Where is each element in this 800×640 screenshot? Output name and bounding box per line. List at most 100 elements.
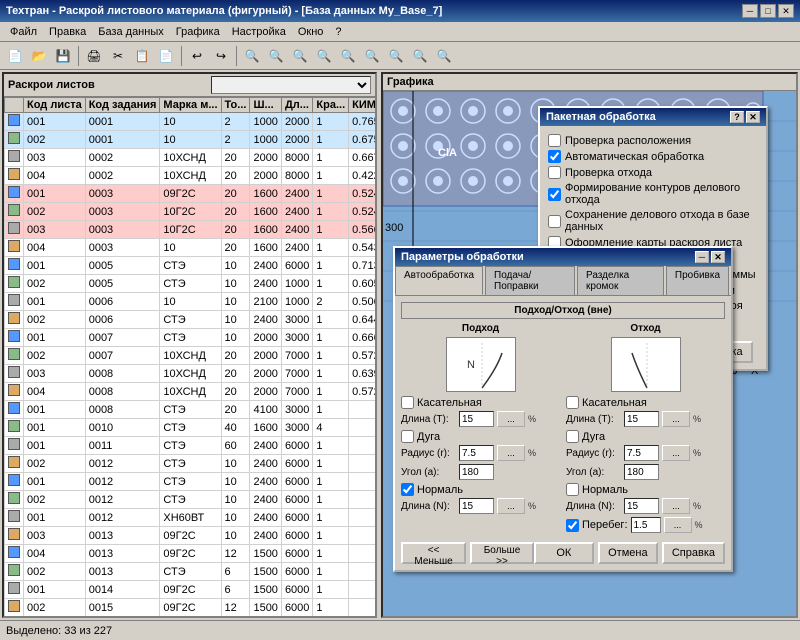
menu-database[interactable]: База данных <box>92 24 170 40</box>
tb-zoom1[interactable]: 🔍 <box>241 45 263 67</box>
tab-punch[interactable]: Пробивка <box>666 266 729 295</box>
tab-auto[interactable]: Автообработка <box>395 266 483 295</box>
menu-graphics[interactable]: Графика <box>170 24 226 40</box>
tb-zoom6[interactable]: 🔍 <box>361 45 383 67</box>
approach-normlen-input[interactable] <box>459 498 494 514</box>
batch-check-0[interactable] <box>548 134 561 147</box>
col-mark[interactable]: Марка м... <box>160 98 221 113</box>
table-row[interactable]: 004 0008 10ХСНД 20 2000 7000 1 0.572939 … <box>5 383 376 401</box>
tb-copy[interactable]: 📋 <box>131 45 153 67</box>
table-row[interactable]: 002 0006 СТЭ 10 2400 3000 1 0.644896 6 4… <box>5 311 376 329</box>
table-row[interactable]: 004 0003 10 20 1600 2400 1 0.543095 10.4 <box>5 239 376 257</box>
approach-angle-input[interactable] <box>459 464 494 480</box>
dialog-batch-close[interactable]: ✕ <box>746 111 760 123</box>
table-row[interactable]: 001 0008 СТЭ 20 4100 3000 1 <box>5 401 376 419</box>
approach-normal-input[interactable] <box>401 483 414 496</box>
menu-settings[interactable]: Настройка <box>226 24 292 40</box>
col-task[interactable]: Код задания <box>85 98 160 113</box>
exit-angle-input[interactable] <box>624 464 659 480</box>
approach-normlen-btn[interactable]: ... <box>497 498 525 514</box>
maximize-button[interactable]: □ <box>760 4 776 18</box>
exit-length-btn[interactable]: ... <box>662 411 690 427</box>
menu-help[interactable]: ? <box>329 24 347 40</box>
tb-zoom3[interactable]: 🔍 <box>289 45 311 67</box>
params-less-button[interactable]: << Меньше <box>401 542 466 564</box>
tb-new[interactable]: 📄 <box>4 45 26 67</box>
col-k[interactable]: Кра... <box>313 98 349 113</box>
tb-open[interactable]: 📂 <box>28 45 50 67</box>
params-more-button[interactable]: Больше >> <box>470 542 534 564</box>
table-row[interactable]: 003 0008 10ХСНД 20 2000 7000 1 0.639895 … <box>5 365 376 383</box>
params-cancel-button[interactable]: Отмена <box>598 542 658 564</box>
tb-zoom2[interactable]: 🔍 <box>265 45 287 67</box>
close-button[interactable]: ✕ <box>778 4 794 18</box>
col-w[interactable]: Ш... <box>250 98 281 113</box>
tb-save[interactable]: 💾 <box>52 45 74 67</box>
table-row[interactable]: 002 0012 СТЭ 10 2400 6000 1 <box>5 455 376 473</box>
tab-edge[interactable]: Разделка кромок <box>577 266 664 295</box>
minimize-button[interactable]: ─ <box>742 4 758 18</box>
tb-zoom7[interactable]: 🔍 <box>385 45 407 67</box>
tb-cut[interactable]: ✂ <box>107 45 129 67</box>
table-row[interactable]: 002 0001 10 2 1000 2000 1 0.67504 2 31.2 <box>5 131 376 149</box>
approach-arc-input[interactable] <box>401 430 414 443</box>
table-scroll[interactable]: Код листа Код задания Марка м... То... Ш… <box>4 97 375 616</box>
params-ok-button[interactable]: ОК <box>534 542 594 564</box>
tb-zoom8[interactable]: 🔍 <box>409 45 431 67</box>
menu-edit[interactable]: Правка <box>43 24 92 40</box>
table-row[interactable]: 001 0012 ХН60ВТ 10 2400 6000 1 <box>5 509 376 527</box>
col-kim[interactable]: КИМ <box>349 98 375 113</box>
table-row[interactable]: 002 0015 09Г2С 12 1500 6000 1 <box>5 599 376 617</box>
exit-overrun-check[interactable] <box>566 519 579 532</box>
tb-zoom9[interactable]: 🔍 <box>433 45 455 67</box>
table-row[interactable]: 004 0002 10ХСНД 20 2000 8000 1 0.422173 … <box>5 167 376 185</box>
table-row[interactable]: 002 0005 СТЭ 10 2400 1000 1 0.605044 14.… <box>5 275 376 293</box>
table-row[interactable]: 002 0003 10Г2С 20 1600 2400 1 0.524862 3… <box>5 203 376 221</box>
exit-normal-input[interactable] <box>566 483 579 496</box>
tb-undo[interactable]: ↩ <box>186 45 208 67</box>
tb-zoom5[interactable]: 🔍 <box>337 45 359 67</box>
col-code[interactable]: Код листа <box>24 98 86 113</box>
approach-length-input[interactable] <box>459 411 494 427</box>
tb-zoom4[interactable]: 🔍 <box>313 45 335 67</box>
approach-length-btn[interactable]: ... <box>497 411 525 427</box>
table-row[interactable]: 003 0003 10Г2С 20 1600 2400 1 0.566661 3… <box>5 221 376 239</box>
menu-file[interactable]: Файл <box>4 24 43 40</box>
exit-overrun-btn[interactable]: ... <box>664 517 692 533</box>
graphic-area[interactable]: 1000 500 400 300 <box>383 91 796 616</box>
menu-window[interactable]: Окно <box>292 24 330 40</box>
tb-paste[interactable]: 📄 <box>155 45 177 67</box>
batch-check-3[interactable] <box>548 188 561 201</box>
table-row[interactable]: 001 0003 09Г2С 20 1600 2400 1 0.524862 3… <box>5 185 376 203</box>
exit-radius-input[interactable] <box>624 445 659 461</box>
table-row[interactable]: 001 0012 СТЭ 10 2400 6000 1 <box>5 473 376 491</box>
batch-check-4[interactable] <box>548 215 561 228</box>
dialog-batch-help[interactable]: ? <box>730 111 744 123</box>
table-row[interactable]: 002 0013 СТЭ 6 1500 6000 1 <box>5 563 376 581</box>
tb-redo[interactable]: ↪ <box>210 45 232 67</box>
exit-tangent-input[interactable] <box>566 396 579 409</box>
tb-print[interactable]: 🖨 <box>83 45 105 67</box>
table-row[interactable]: 001 0007 СТЭ 10 2000 3000 1 0.666684 6 4… <box>5 329 376 347</box>
left-panel-combo[interactable] <box>211 76 371 94</box>
table-row[interactable]: 001 0011 СТЭ 60 2400 6000 1 1 <box>5 437 376 455</box>
table-row[interactable]: 001 0006 10 10 2100 1000 2 0.506454 2 31… <box>5 293 376 311</box>
table-row[interactable]: 001 0001 10 2 1000 2000 1 0.765385 2 31.… <box>5 113 376 131</box>
approach-tangent-input[interactable] <box>401 396 414 409</box>
table-row[interactable]: 002 0012 СТЭ 10 2400 6000 1 <box>5 491 376 509</box>
col-l[interactable]: Дл... <box>281 98 312 113</box>
batch-check-2[interactable] <box>548 166 561 179</box>
col-to[interactable]: То... <box>221 98 250 113</box>
dialog-params-min[interactable]: ─ <box>695 251 709 263</box>
exit-length-input[interactable] <box>624 411 659 427</box>
exit-overrun-input[interactable] <box>631 517 661 533</box>
table-row[interactable]: 004 0013 09Г2С 12 1500 6000 1 <box>5 545 376 563</box>
table-row[interactable]: 003 0013 09Г2С 10 2400 6000 1 <box>5 527 376 545</box>
exit-radius-btn[interactable]: ... <box>662 445 690 461</box>
tab-feed[interactable]: Подача/Поправки <box>485 266 575 295</box>
table-row[interactable]: 002 0007 10ХСНД 20 2000 7000 1 0.572939 … <box>5 347 376 365</box>
dialog-params-close[interactable]: ✕ <box>711 251 725 263</box>
table-row[interactable]: 001 0014 09Г2С 6 1500 6000 1 <box>5 581 376 599</box>
params-help-button[interactable]: Справка <box>662 542 725 564</box>
table-row[interactable]: 003 0002 10ХСНД 20 2000 8000 1 0.667447 … <box>5 149 376 167</box>
